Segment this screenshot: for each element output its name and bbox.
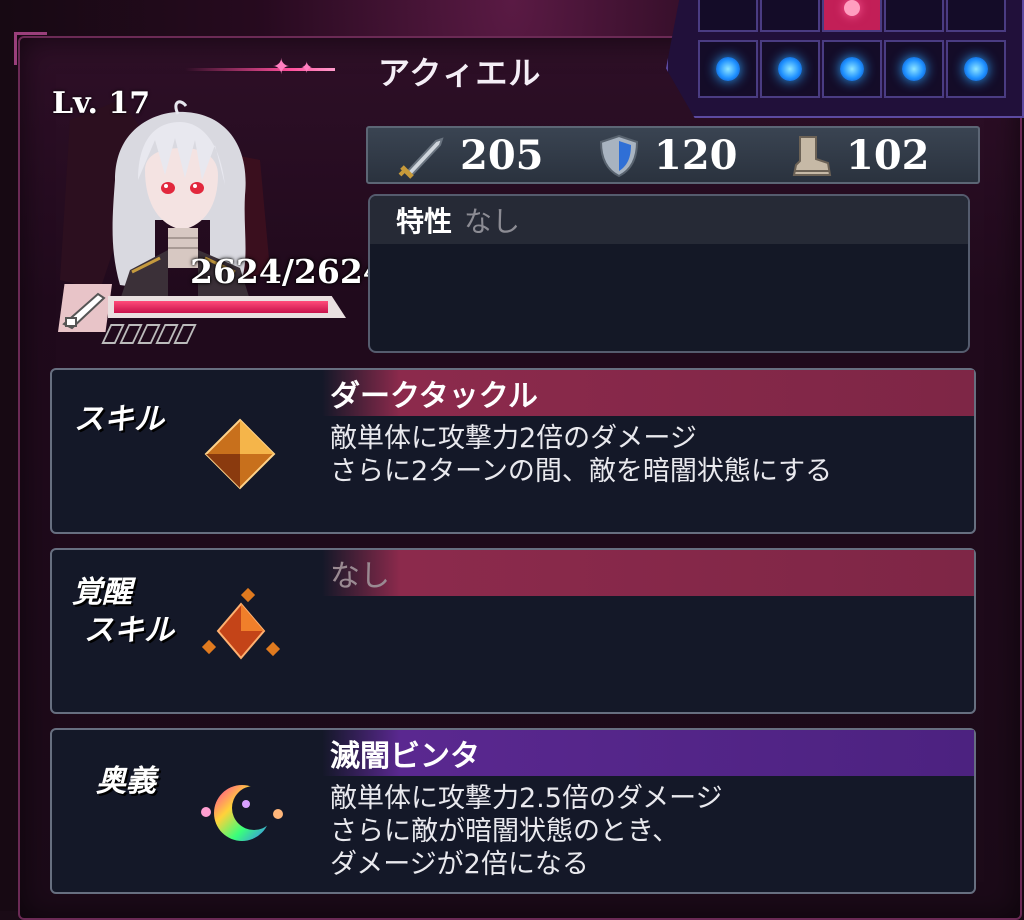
awakening-gem-icon xyxy=(201,588,281,660)
skill-panel[interactable]: ダークタックル スキル 敵単体に攻撃力2倍のダメージ さらに2ターンの間、敵を暗… xyxy=(50,368,976,534)
trait-label: 特性 xyxy=(396,205,453,238)
grid-cell[interactable] xyxy=(884,40,944,98)
shield-icon xyxy=(599,134,639,177)
hp-text: 2624/2624 xyxy=(190,252,386,291)
grid-cell[interactable] xyxy=(822,40,882,98)
awakening-skill-header: なし xyxy=(322,550,974,596)
blue-orb-icon xyxy=(778,57,802,81)
speed-value: 102 xyxy=(846,132,930,179)
attack-value: 205 xyxy=(460,132,544,179)
speed-stat: 102 xyxy=(788,132,930,179)
ougi-desc-line: ダメージが2倍になる xyxy=(330,849,589,880)
attack-stat: 205 xyxy=(396,132,544,179)
awakening-skill-panel[interactable]: なし 覚醒 スキル xyxy=(50,548,976,714)
awakening-kind-label: 覚醒 スキル xyxy=(72,574,174,650)
blue-orb-icon xyxy=(964,57,988,81)
blue-orb-icon xyxy=(840,57,864,81)
grid-cell[interactable] xyxy=(760,0,820,32)
ougi-desc-line: 敵単体に攻撃力2.5倍のダメージ xyxy=(330,783,723,814)
trait-header: 特性 なし xyxy=(370,196,968,244)
character-name: アクィエル xyxy=(378,54,542,92)
awakening-kind-line: 覚醒 xyxy=(72,575,132,610)
skill-gem-icon xyxy=(204,418,276,490)
ougi-kind-label: 奥義 xyxy=(96,764,156,799)
position-grid[interactable] xyxy=(666,0,1024,118)
skill-name: ダークタックル xyxy=(330,379,538,414)
crescent-moon-icon xyxy=(201,785,283,841)
boot-icon xyxy=(792,135,832,176)
sword-icon xyxy=(398,136,444,179)
weapon-type-badge xyxy=(58,284,112,332)
skill-header: ダークタックル xyxy=(322,370,974,416)
defense-stat: 120 xyxy=(596,132,738,179)
grid-cell[interactable] xyxy=(884,0,944,32)
ougi-description: 敵単体に攻撃力2.5倍のダメージ さらに敵が暗闇状態のとき、 ダメージが2倍にな… xyxy=(330,782,723,881)
gauge-segments xyxy=(101,324,197,344)
rifle-icon xyxy=(62,292,106,330)
defense-value: 120 xyxy=(654,132,738,179)
blue-orb-icon xyxy=(902,57,926,81)
grid-cell[interactable] xyxy=(946,40,1006,98)
skill-desc-line: 敵単体に攻撃力2倍のダメージ xyxy=(330,423,697,454)
stats-bar: 205 120 102 xyxy=(366,126,980,184)
awakening-skill-name: なし xyxy=(330,559,390,594)
blue-orb-icon xyxy=(716,57,740,81)
ougi-name: 滅闇ビンタ xyxy=(330,739,480,774)
skill-desc-line: さらに2ターンの間、敵を暗闇状態にする xyxy=(330,456,833,487)
ougi-desc-line: さらに敵が暗闇状態のとき、 xyxy=(330,816,680,847)
ougi-panel[interactable]: 滅闇ビンタ 奥義 敵単体に攻撃力2.5倍のダメージ さらに敵が暗闇状態のとき、 … xyxy=(50,728,976,894)
grid-cell[interactable] xyxy=(698,40,758,98)
frame-corner-deco xyxy=(14,32,47,65)
sparkle-icon: ✦ xyxy=(300,58,314,77)
grid-cell-active[interactable] xyxy=(822,0,882,32)
trait-value: なし xyxy=(464,205,521,238)
trait-box: 特性 なし xyxy=(368,194,970,353)
grid-cell[interactable] xyxy=(946,0,1006,32)
awakening-kind-line: スキル xyxy=(84,613,174,648)
ougi-header: 滅闇ビンタ xyxy=(322,730,974,776)
sparkle-icon: ✦ xyxy=(272,55,291,80)
level-label: Lv. 17 xyxy=(52,86,151,121)
hp-bar xyxy=(108,296,346,318)
grid-cell[interactable] xyxy=(698,0,758,32)
skill-description: 敵単体に攻撃力2倍のダメージ さらに2ターンの間、敵を暗闇状態にする xyxy=(330,422,832,488)
grid-cell[interactable] xyxy=(760,40,820,98)
skill-kind-label: スキル xyxy=(74,402,164,437)
hp-bar-fill xyxy=(114,301,328,313)
